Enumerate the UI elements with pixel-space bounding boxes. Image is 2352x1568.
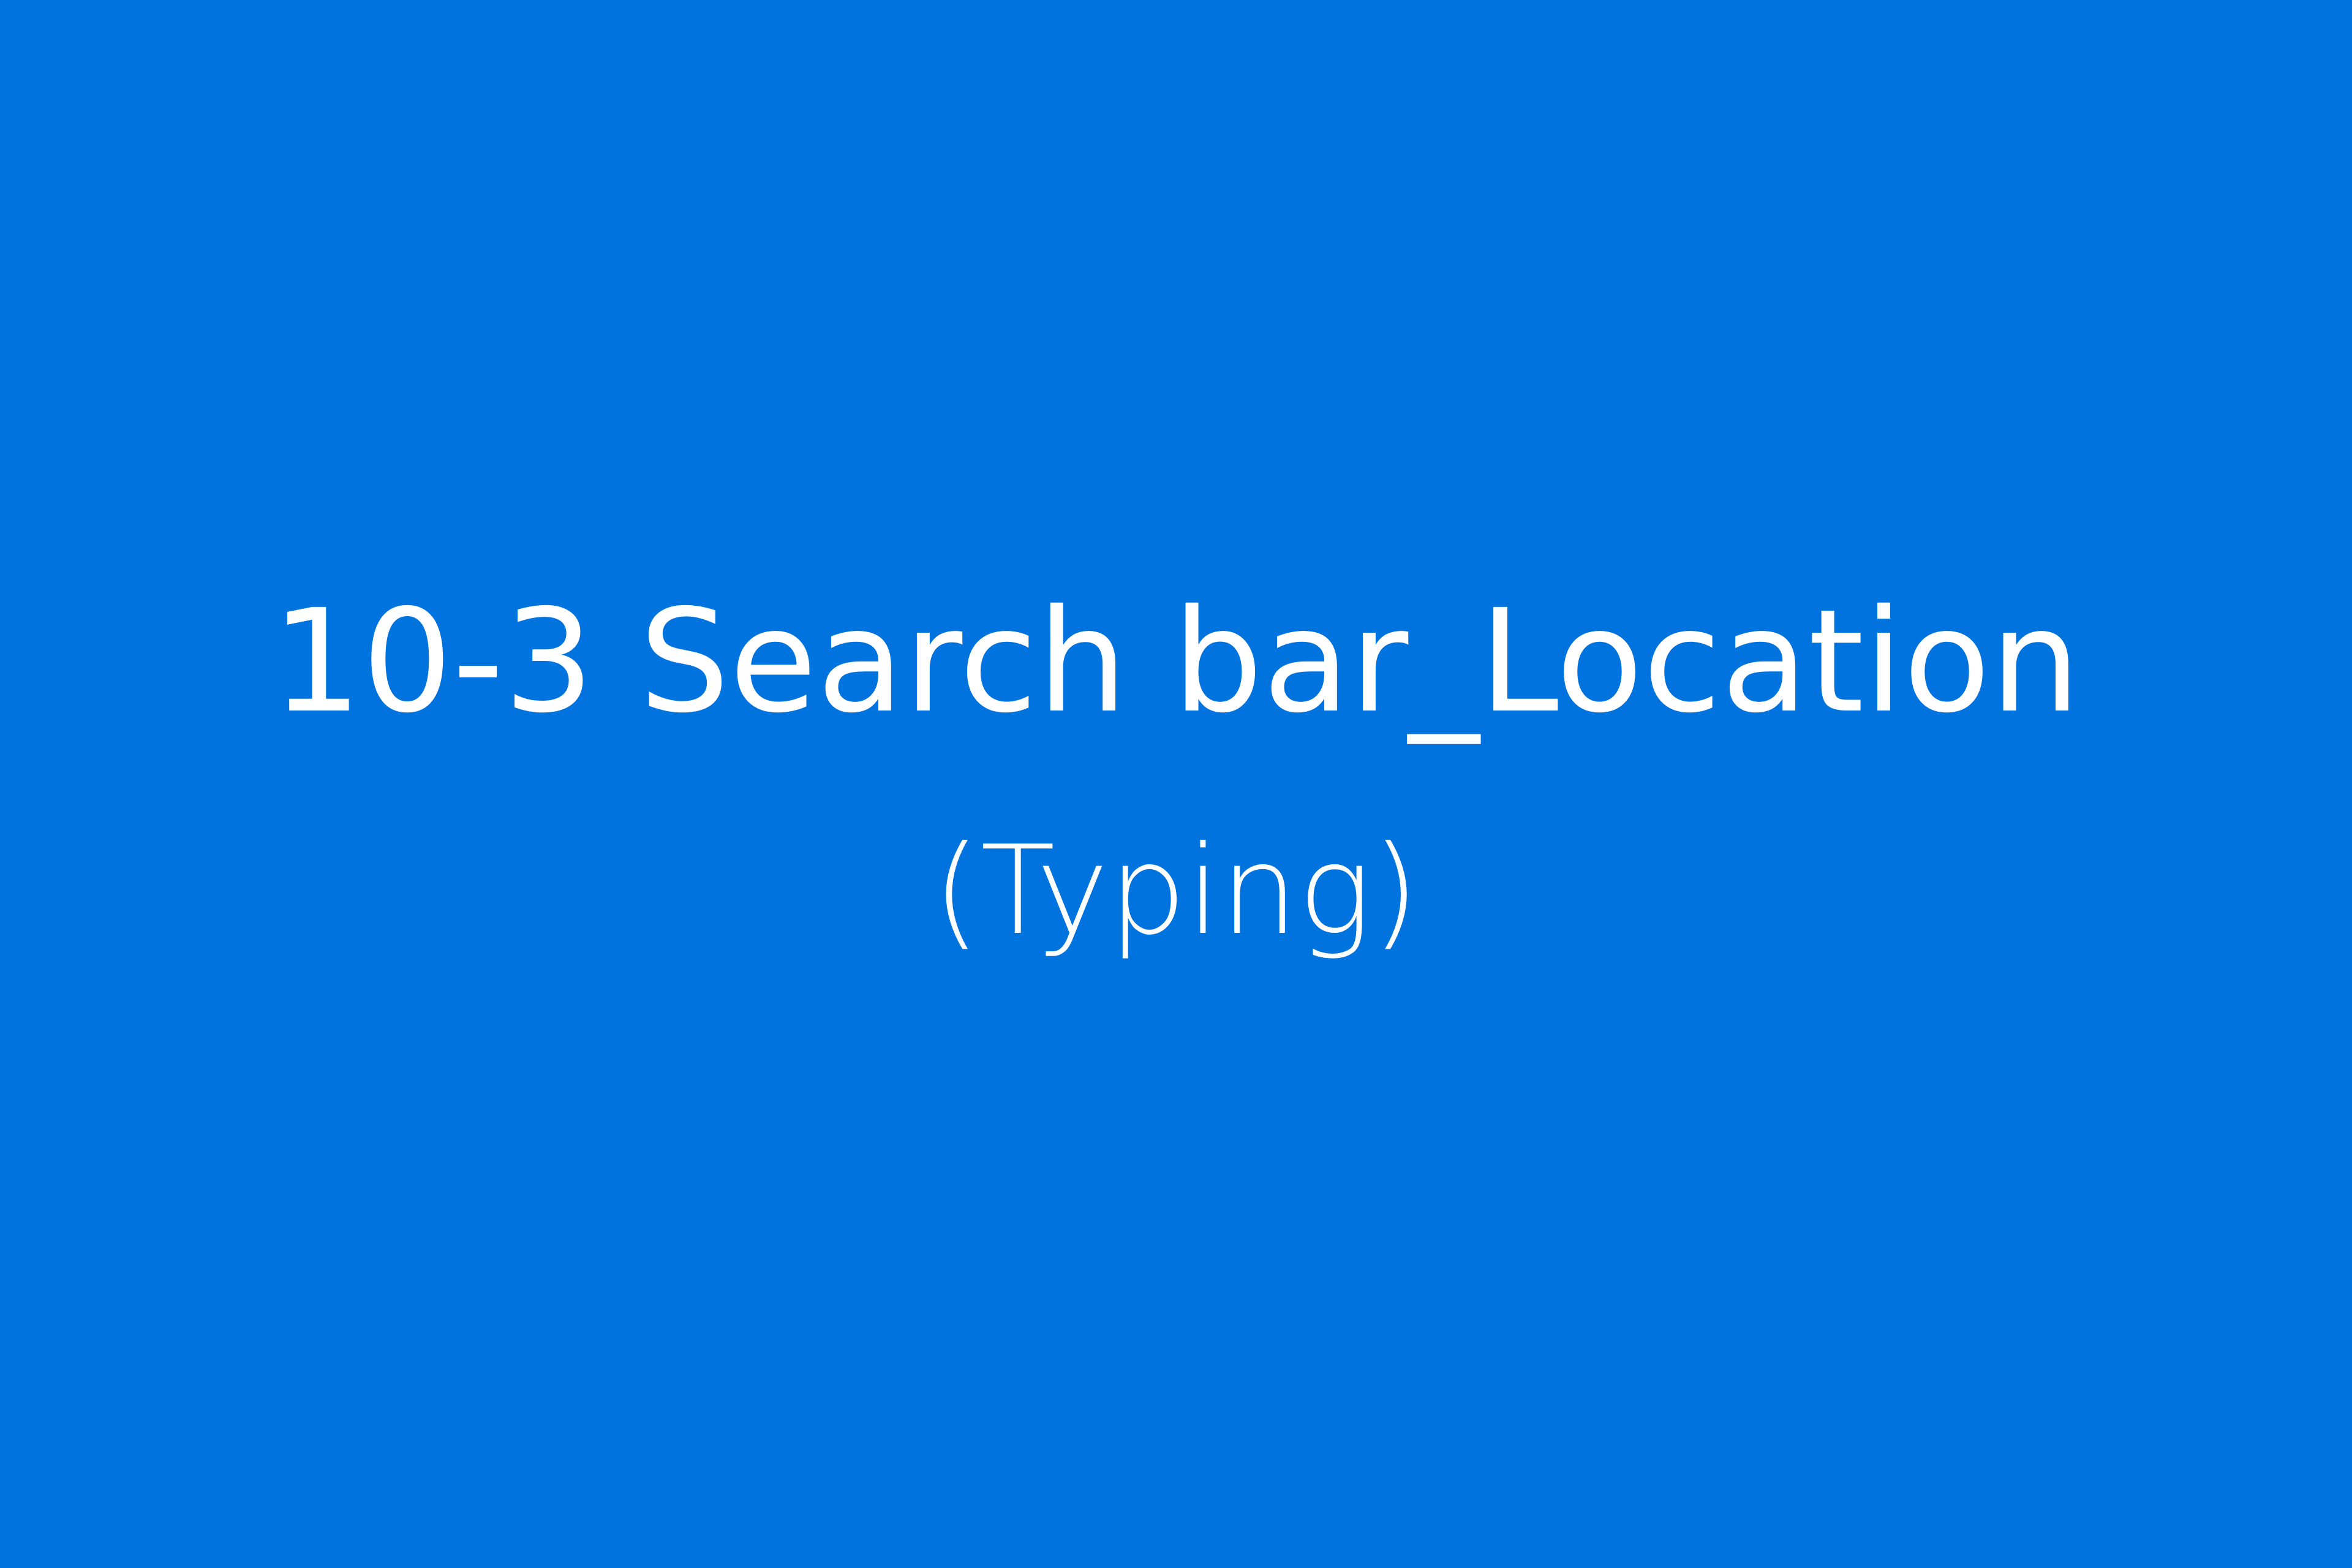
- slide-title: 10-3 Search bar_Location: [271, 579, 2081, 744]
- title-slide: 10-3 Search bar_Location (Typing): [0, 0, 2352, 1568]
- title-block: 10-3 Search bar_Location (Typing): [0, 0, 2352, 1568]
- slide-subtitle: (Typing): [932, 820, 1420, 962]
